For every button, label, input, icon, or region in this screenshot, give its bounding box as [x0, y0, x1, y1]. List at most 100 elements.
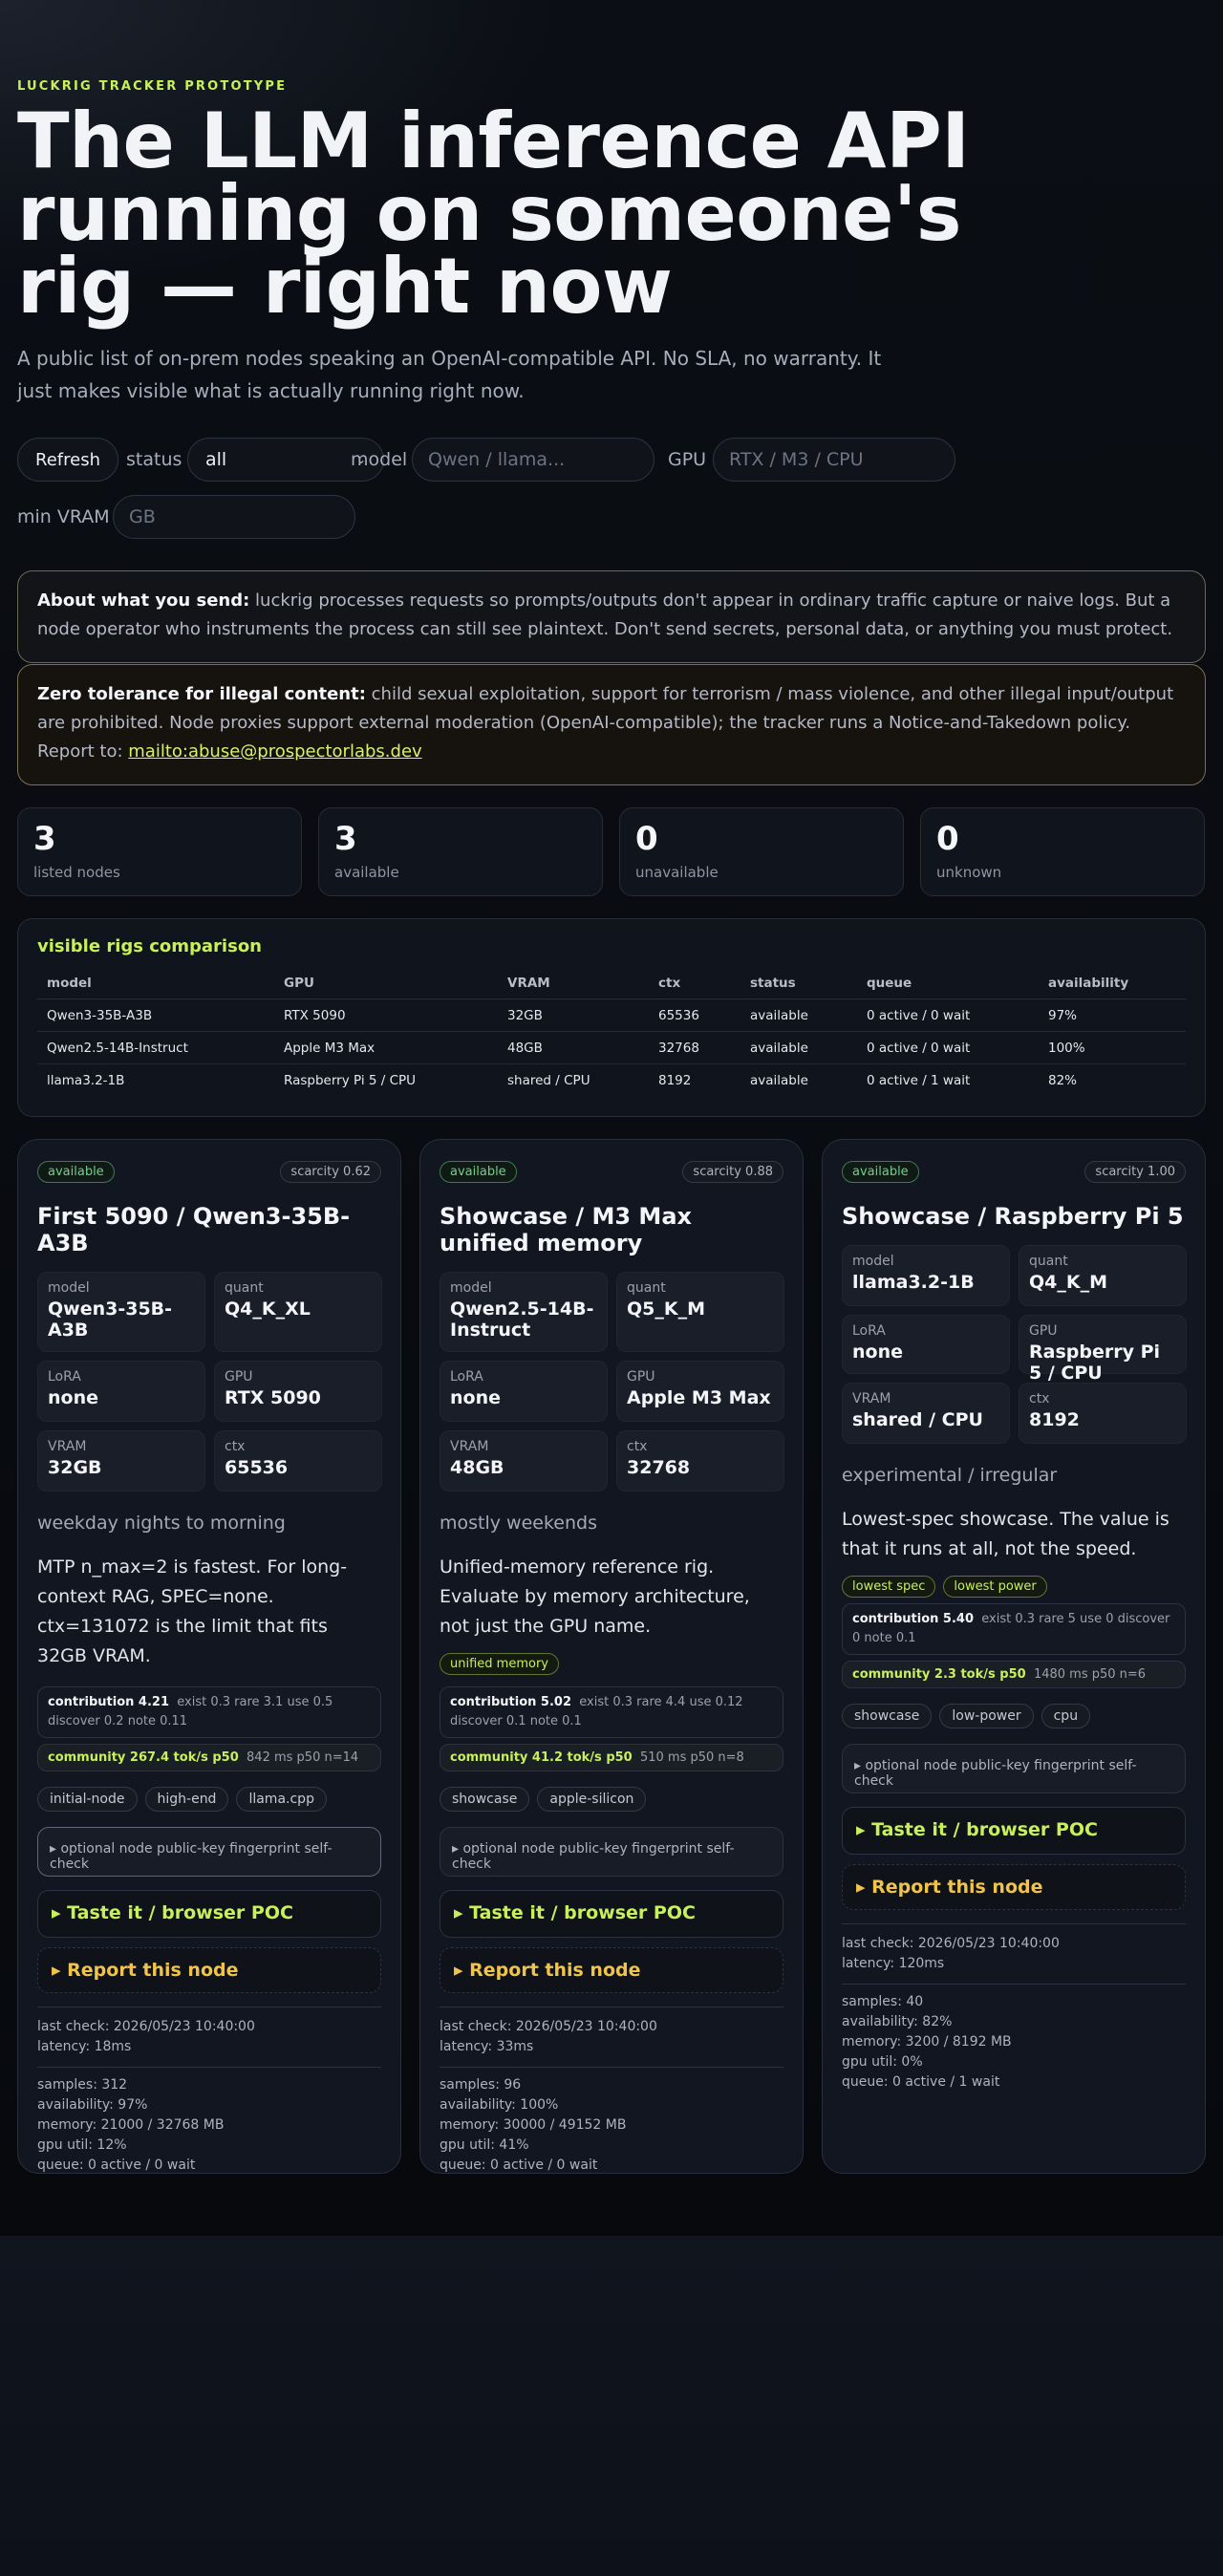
stat-unknown: 0 unknown: [920, 807, 1205, 896]
node-tags: unified memory: [440, 1653, 783, 1675]
sample-meta: samples: 312 availability: 97% memory: 2…: [37, 2067, 381, 2176]
taste-it-button[interactable]: ▸ Taste it / browser POC: [37, 1890, 381, 1938]
tag: lowest power: [943, 1576, 1047, 1598]
node-chips: initial-node high-end llama.cpp: [37, 1787, 381, 1812]
status-select-value: all: [205, 449, 227, 470]
column-header: VRAM: [498, 968, 649, 999]
node-description: MTP n_max=2 is fastest. For long-context…: [37, 1556, 348, 1666]
node-description: Lowest-spec showcase. The value is that …: [842, 1509, 1169, 1559]
table-cell: 0 active / 0 wait: [857, 1031, 1039, 1064]
status-label: status: [126, 449, 182, 470]
fingerprint-check-toggle[interactable]: ▸ optional node public-key fingerprint s…: [37, 1827, 381, 1877]
report-node-button[interactable]: ▸ Report this node: [37, 1947, 381, 1993]
node-title: First 5090 / Qwen3-35B-A3B: [37, 1203, 351, 1256]
stat-value: 3: [334, 820, 357, 858]
page-footer-background: [0, 2236, 1223, 2576]
report-node-button[interactable]: ▸ Report this node: [842, 1864, 1186, 1910]
vram-input[interactable]: GB: [113, 495, 355, 539]
scarcity-badge: scarcity 0.62: [280, 1160, 381, 1183]
taste-it-button[interactable]: ▸ Taste it / browser POC: [842, 1807, 1186, 1855]
table-cell: 48GB: [498, 1031, 649, 1064]
node-title: Showcase / M3 Max unified memory: [440, 1203, 692, 1256]
stat-listed-nodes: 3 listed nodes: [17, 807, 302, 896]
spec-vram: VRAM 32GB: [37, 1430, 205, 1492]
privacy-notice-title: About what you send:: [37, 590, 250, 611]
chip[interactable]: showcase: [842, 1704, 933, 1728]
model-input[interactable]: Qwen / llama...: [412, 438, 654, 482]
table-cell: RTX 5090: [274, 998, 498, 1032]
fingerprint-check-toggle[interactable]: ▸ optional node public-key fingerprint s…: [440, 1827, 783, 1877]
column-header: status: [740, 968, 857, 999]
table-row: Qwen2.5-14B-Instruct Apple M3 Max 48GB 3…: [37, 1031, 1186, 1064]
abuse-report-link[interactable]: mailto:abuse@prospectorlabs.dev: [128, 741, 421, 762]
chip[interactable]: llama.cpp: [236, 1787, 327, 1812]
spec-vram: VRAM 48GB: [440, 1430, 608, 1492]
chip[interactable]: apple-silicon: [537, 1787, 647, 1812]
table-cell: 0 active / 0 wait: [857, 998, 1039, 1032]
table-cell: 32GB: [498, 998, 649, 1032]
contribution-score: contribution 5.02 exist 0.3 rare 4.4 use…: [440, 1686, 783, 1738]
stat-available: 3 available: [318, 807, 603, 896]
scarcity-badge: scarcity 0.88: [682, 1160, 783, 1183]
column-header: queue: [857, 968, 1039, 999]
model-label: model: [351, 449, 408, 470]
spec-gpu: GPU Raspberry Pi 5 / CPU: [1019, 1315, 1187, 1384]
chip[interactable]: cpu: [1041, 1704, 1091, 1728]
table-header-row: model GPU VRAM ctx status queue availabi…: [37, 968, 1186, 999]
table-cell: 8192: [658, 1073, 692, 1088]
community-throughput: community 2.3 tok/s p50 1480 ms p50 n=6: [842, 1661, 1186, 1688]
table-cell: Apple M3 Max: [274, 1031, 498, 1064]
node-spec-grid: model llama3.2-1B quant Q4_K_M LoRA none GP…: [842, 1245, 1187, 1444]
contribution-score: contribution 4.21 exist 0.3 rare 3.1 use…: [37, 1686, 381, 1738]
stat-caption: unavailable: [635, 864, 719, 881]
table-cell: available: [740, 998, 857, 1032]
check-meta: last check: 2026/05/23 10:40:00 latency:…: [37, 2007, 381, 2057]
table-cell: available: [750, 1073, 808, 1088]
stat-caption: unknown: [936, 864, 1002, 881]
scarcity-badge: scarcity 1.00: [1084, 1160, 1186, 1183]
table-cell: Qwen2.5-14B-Instruct: [37, 1031, 274, 1064]
column-header: model: [37, 968, 274, 999]
spec-lora: LoRA none: [37, 1361, 205, 1422]
gpu-input[interactable]: RTX / M3 / CPU: [713, 438, 955, 482]
chip[interactable]: high-end: [144, 1787, 229, 1812]
taste-it-button[interactable]: ▸ Taste it / browser POC: [440, 1890, 783, 1938]
node-chips: showcase apple-silicon: [440, 1787, 783, 1812]
node-card-m3-max: available scarcity 0.88 Showcase / M3 Ma…: [419, 1139, 804, 2174]
spec-lora: LoRA none: [440, 1361, 608, 1422]
table-cell: llama3.2-1B: [47, 1073, 125, 1088]
refresh-button[interactable]: Refresh: [17, 438, 118, 482]
tag: lowest spec: [842, 1576, 936, 1598]
column-header: ctx: [649, 968, 740, 999]
fingerprint-check-toggle[interactable]: ▸ optional node public-key fingerprint s…: [842, 1744, 1186, 1793]
table-cell: 65536: [649, 998, 740, 1032]
node-card-raspberry-pi: available scarcity 1.00 Showcase / Raspb…: [822, 1139, 1206, 2174]
column-header: GPU: [274, 968, 498, 999]
chip[interactable]: initial-node: [37, 1787, 138, 1812]
community-throughput: community 41.2 tok/s p50 510 ms p50 n=8: [440, 1744, 783, 1771]
node-spec-grid: model Qwen3-35B-A3B quant Q4_K_XL LoRA none…: [37, 1272, 382, 1492]
spec-lora: LoRA none: [842, 1315, 1010, 1374]
comparison-table: model GPU VRAM ctx status queue availabi…: [37, 968, 1186, 1096]
chip[interactable]: showcase: [440, 1787, 530, 1812]
spec-ctx: ctx 8192: [1019, 1383, 1187, 1444]
node-chips: showcase low-power cpu: [842, 1704, 1186, 1728]
spec-ctx: ctx 32768: [616, 1430, 784, 1492]
spec-quant: quant Q4_K_XL: [214, 1272, 382, 1352]
comparison-title: visible rigs comparison: [37, 936, 262, 956]
spec-gpu: GPU RTX 5090: [214, 1361, 382, 1422]
chip[interactable]: low-power: [939, 1704, 1034, 1728]
report-node-button[interactable]: ▸ Report this node: [440, 1947, 783, 1993]
spec-model: model llama3.2-1B: [842, 1245, 1010, 1306]
column-header: availability: [1039, 968, 1186, 999]
table-cell: 0 active / 1 wait: [867, 1073, 971, 1088]
stat-value: 0: [635, 820, 658, 858]
table-row: Qwen3-35B-A3B RTX 5090 32GB 65536 availa…: [37, 998, 1186, 1032]
sample-meta: samples: 40 availability: 82% memory: 32…: [842, 1984, 1186, 2093]
tag: unified memory: [440, 1653, 559, 1675]
eyebrow: LUCKRIG TRACKER PROTOTYPE: [17, 79, 288, 94]
node-card-5090: available scarcity 0.62 First 5090 / Qwe…: [17, 1139, 401, 2174]
check-meta: last check: 2026/05/23 10:40:00 latency:…: [440, 2007, 783, 2057]
spec-model: model Qwen2.5-14B-Instruct: [440, 1272, 608, 1352]
status-badge: available: [440, 1160, 517, 1183]
